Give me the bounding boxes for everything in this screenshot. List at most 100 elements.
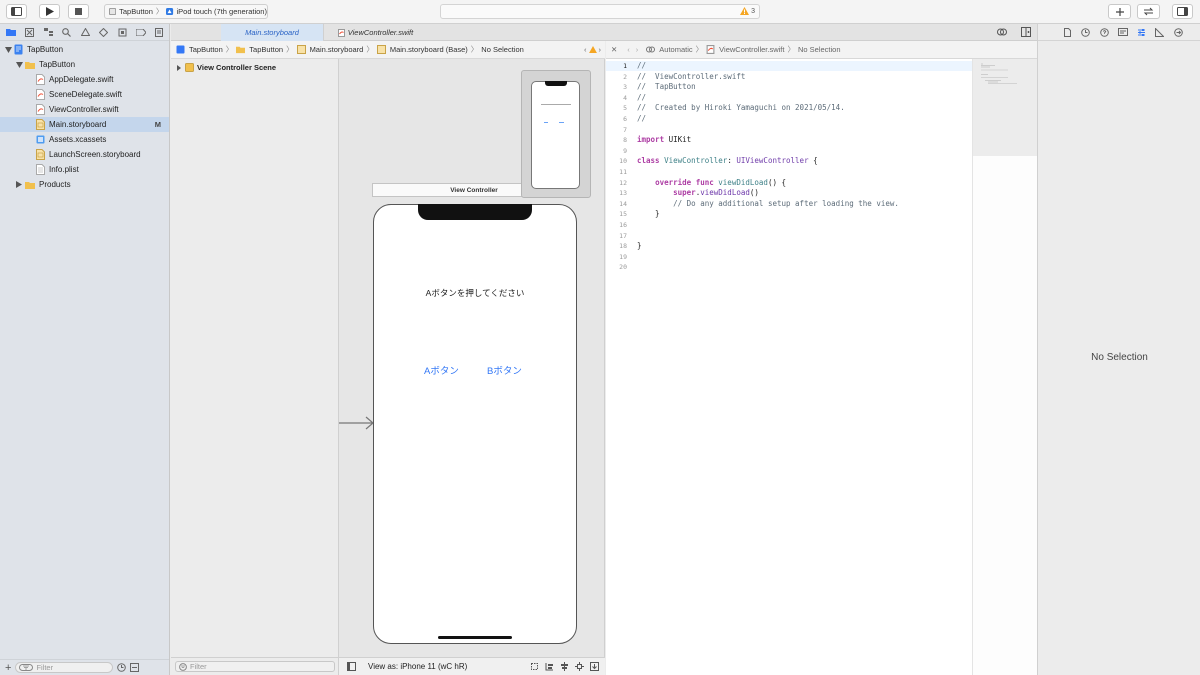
crumb-project[interactable]: TapButton [189, 45, 223, 54]
issue-navigator-tab[interactable] [76, 24, 95, 41]
disclosure-open-icon[interactable] [15, 61, 23, 69]
history-inspector-tab[interactable] [1077, 24, 1096, 41]
file-tree-item[interactable]: Info.plist [0, 162, 169, 177]
library-button[interactable] [1108, 4, 1131, 19]
button-a[interactable]: Aボタン [424, 363, 459, 377]
update-frames-icon[interactable] [530, 662, 539, 671]
outline-toggle-icon[interactable] [347, 662, 356, 671]
forward-icon[interactable]: › [636, 45, 639, 54]
code-line[interactable]: } [637, 241, 642, 250]
minimap[interactable] [972, 59, 1037, 675]
code-review-button[interactable] [1137, 4, 1160, 19]
symbol-navigator-tab[interactable] [39, 24, 58, 41]
align-icon[interactable] [560, 662, 569, 671]
crumb-folder[interactable]: TapButton [249, 45, 283, 54]
previous-issue-icon[interactable]: ‹ [584, 45, 587, 54]
modified-files-icon[interactable] [130, 663, 140, 672]
file-tree-item[interactable]: AppDelegate.swift [0, 72, 169, 87]
code-line[interactable]: import UIKit [637, 135, 691, 144]
source-control-tab[interactable] [21, 24, 40, 41]
file-inspector-tab[interactable] [1058, 24, 1077, 41]
disclosure-closed-icon[interactable] [15, 181, 23, 189]
instruction-label[interactable]: Aボタンを押してください [374, 287, 576, 299]
device-preview[interactable] [521, 70, 591, 198]
find-navigator-tab[interactable] [58, 24, 77, 41]
file-tree-item[interactable]: Products [0, 177, 169, 192]
warning-icon[interactable] [588, 46, 597, 53]
scheme-selector[interactable]: TapButton 〉 iPod touch (7th generation) [104, 4, 268, 19]
tab-main-storyboard[interactable]: Main.storyboard [221, 24, 324, 41]
size-inspector-tab[interactable] [1151, 24, 1170, 41]
code-line[interactable]: // TapButton [637, 82, 696, 91]
view-as-device[interactable]: View as: iPhone 11 (wC hR) [368, 662, 467, 671]
stop-button[interactable] [68, 4, 89, 19]
crumb-storyboard-base[interactable]: Main.storyboard (Base) [390, 45, 468, 54]
add-constraints-icon[interactable] [575, 662, 584, 671]
back-icon[interactable]: ‹ [627, 45, 630, 54]
file-tree-item[interactable]: LaunchScreen.storyboard [0, 147, 169, 162]
file-tree-item[interactable]: TapButton [0, 42, 169, 57]
file-tree-item[interactable]: ViewController.swift [0, 102, 169, 117]
crumb-viewcontroller[interactable]: ViewController.swift [719, 45, 784, 54]
stack-view-icon[interactable] [545, 662, 554, 671]
code-line[interactable]: // Do any additional setup after loading… [637, 199, 899, 208]
add-editor-icon[interactable] [1021, 27, 1031, 37]
crumb-storyboard[interactable]: Main.storyboard [310, 45, 364, 54]
outline-scene-row[interactable]: View Controller Scene [176, 63, 276, 72]
toggle-inspector-button[interactable] [1172, 4, 1193, 19]
crumb-no-selection[interactable]: No Selection [481, 45, 524, 54]
code-line[interactable]: // [637, 114, 646, 123]
button-b[interactable]: Bボタン [487, 363, 522, 377]
disclosure-open-icon[interactable] [4, 46, 12, 54]
inspector-empty-state: No Selection [1091, 352, 1148, 363]
adjust-editor-icon[interactable] [997, 27, 1007, 37]
file-tree-item[interactable]: SceneDelegate.swift [0, 87, 169, 102]
navigator-filter-input[interactable]: Filter [15, 662, 114, 673]
code-line[interactable]: override func viewDidLoad() { [637, 178, 786, 187]
iphone-frame[interactable]: Aボタンを押してください Aボタン Bボタン [373, 204, 577, 644]
crumb-no-selection[interactable]: No Selection [798, 45, 841, 54]
line-number: 4 [623, 93, 627, 102]
help-inspector-tab[interactable] [1095, 24, 1114, 41]
warning-indicator[interactable]: 3 [740, 7, 755, 15]
project-navigator-tab[interactable] [2, 24, 21, 41]
identity-inspector-tab[interactable] [1114, 24, 1133, 41]
crumb-automatic[interactable]: Automatic [659, 45, 692, 54]
code-editor[interactable]: 1 2 3 4 5 6 7 8 9 10 11 12 13 14 15 16 17 18 19 20 //// Vie… [606, 59, 972, 675]
code-line[interactable]: // [637, 93, 646, 102]
preview-button-a-placeholder [544, 122, 548, 123]
code-line[interactable]: class ViewController: UIViewController { [637, 156, 818, 165]
code-line[interactable]: // Created by Hiroki Yamaguchi on 2021/0… [637, 103, 845, 112]
resolve-issues-icon[interactable] [590, 662, 599, 671]
folder-icon [6, 29, 17, 36]
debug-navigator-tab[interactable] [113, 24, 132, 41]
run-button[interactable] [39, 4, 60, 19]
next-issue-icon[interactable]: › [599, 45, 602, 54]
recent-files-icon[interactable] [117, 663, 127, 672]
outline-filter-input[interactable]: Filter [175, 661, 335, 672]
activity-viewer[interactable]: 3 [440, 4, 760, 19]
file-tree-item[interactable]: TapButton [0, 57, 169, 72]
related-items-icon[interactable] [646, 45, 656, 54]
breakpoint-navigator-tab[interactable] [132, 24, 151, 41]
add-file-icon[interactable]: + [5, 662, 11, 674]
test-navigator-tab[interactable] [95, 24, 114, 41]
connections-inspector-tab[interactable] [1169, 24, 1188, 41]
code-line[interactable]: // ViewController.swift [637, 72, 745, 81]
disclosure-triangle-icon[interactable] [176, 64, 182, 71]
file-tree-item[interactable]: Assets.xcassets [0, 132, 169, 147]
attributes-inspector-tab[interactable] [1132, 24, 1151, 41]
code-line[interactable]: // [637, 61, 646, 70]
code-line[interactable]: } [637, 209, 660, 218]
close-editor-icon[interactable]: ✕ [611, 45, 617, 54]
tab-viewcontroller-swift[interactable]: ViewController.swift [324, 24, 427, 41]
code-line[interactable]: super.viewDidLoad() [637, 188, 759, 197]
document-icon [1063, 27, 1071, 37]
device-icon [166, 7, 174, 16]
storyboard-canvas[interactable]: View Controller Aボタンを押してください Aボタン Bボタン [339, 59, 605, 675]
sidebar-right-icon [1177, 7, 1188, 16]
file-tree-item[interactable]: Main.storyboard M [0, 117, 169, 132]
line-number: 7 [623, 125, 627, 134]
toggle-navigator-button[interactable] [6, 4, 27, 19]
report-navigator-tab[interactable] [150, 24, 169, 41]
